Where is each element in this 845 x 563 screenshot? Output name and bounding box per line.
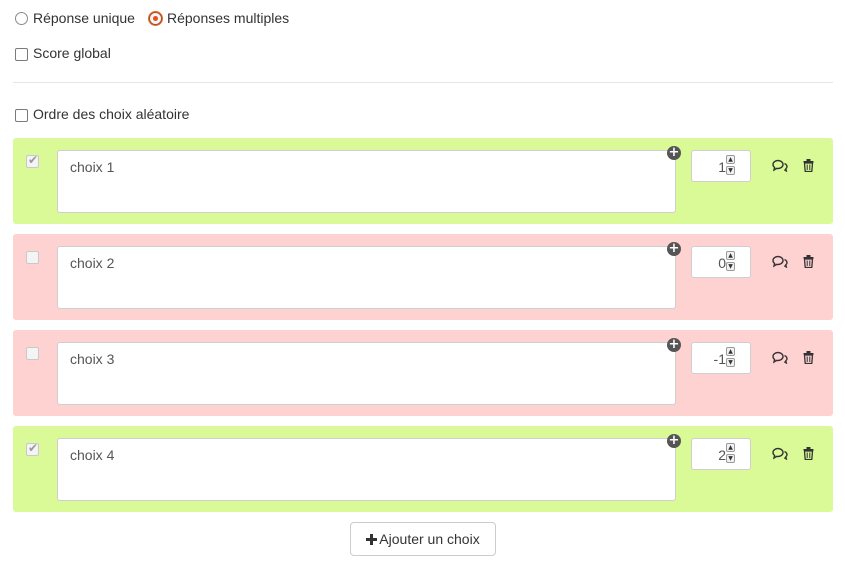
global-score-checkbox[interactable] bbox=[15, 48, 28, 61]
spin-down-icon[interactable]: ▼ bbox=[726, 166, 735, 175]
choice-text-input[interactable]: choix 1 bbox=[57, 150, 676, 213]
spin-up-icon[interactable]: ▲ bbox=[726, 443, 735, 452]
trash-icon[interactable] bbox=[803, 255, 814, 268]
choice-score-value: -1 bbox=[713, 351, 726, 367]
spin-down-icon[interactable]: ▼ bbox=[726, 454, 735, 463]
choice-text-input[interactable]: choix 3 bbox=[57, 342, 676, 405]
spin-down-icon[interactable]: ▼ bbox=[726, 358, 735, 367]
comment-icon[interactable] bbox=[772, 255, 788, 268]
comment-icon[interactable] bbox=[772, 159, 788, 172]
choice-score-input[interactable]: 2 ▲ ▼ bbox=[691, 438, 751, 470]
multiple-answers-label: Réponses multiples bbox=[167, 10, 290, 26]
trash-icon[interactable] bbox=[803, 447, 814, 460]
choice-text: choix 2 bbox=[70, 255, 115, 271]
choice-score-input[interactable]: -1 ▲ ▼ bbox=[691, 342, 751, 374]
trash-icon[interactable] bbox=[803, 351, 814, 364]
choice-score-value: 2 bbox=[718, 447, 726, 463]
choice-text-input[interactable]: choix 2 bbox=[57, 246, 676, 309]
divider bbox=[13, 82, 833, 83]
spin-up-icon[interactable]: ▲ bbox=[726, 347, 735, 356]
choice-score-input[interactable]: 0 ▲ ▼ bbox=[691, 246, 751, 278]
plus-circle-icon[interactable]: + bbox=[667, 434, 681, 448]
single-answer-radio[interactable] bbox=[15, 12, 28, 25]
choice-row: choix 2 + 0 ▲ ▼ bbox=[13, 234, 833, 320]
plus-circle-icon[interactable]: + bbox=[667, 242, 681, 256]
choice-correct-checkbox bbox=[26, 347, 39, 360]
choice-row: choix 3 + -1 ▲ ▼ bbox=[13, 330, 833, 416]
choice-correct-checkbox bbox=[26, 153, 39, 168]
plus-circle-icon[interactable]: + bbox=[667, 146, 681, 160]
trash-icon[interactable] bbox=[803, 159, 814, 172]
spin-up-icon[interactable]: ▲ bbox=[726, 155, 735, 164]
choice-correct-checkbox bbox=[26, 441, 39, 456]
choice-text: choix 1 bbox=[70, 159, 115, 175]
choice-correct-checkbox bbox=[26, 251, 39, 264]
global-score-label: Score global bbox=[33, 45, 111, 61]
choice-row: choix 4 + 2 ▲ ▼ bbox=[13, 426, 833, 512]
choice-text: choix 3 bbox=[70, 351, 115, 367]
add-choice-label: Ajouter un choix bbox=[379, 531, 480, 547]
single-answer-label: Réponse unique bbox=[33, 10, 135, 26]
plus-circle-icon[interactable]: + bbox=[667, 338, 681, 352]
plus-icon bbox=[366, 534, 378, 545]
spin-down-icon[interactable]: ▼ bbox=[726, 262, 735, 271]
choice-row: choix 1 + 1 ▲ ▼ bbox=[13, 138, 833, 224]
choice-score-input[interactable]: 1 ▲ ▼ bbox=[691, 150, 751, 182]
random-order-label: Ordre des choix aléatoire bbox=[33, 106, 190, 122]
choice-score-value: 1 bbox=[718, 159, 726, 175]
choice-text-input[interactable]: choix 4 bbox=[57, 438, 676, 501]
choice-text: choix 4 bbox=[70, 447, 115, 463]
comment-icon[interactable] bbox=[772, 447, 788, 460]
add-choice-button[interactable]: Ajouter un choix bbox=[350, 522, 496, 556]
choice-score-value: 0 bbox=[718, 255, 726, 271]
multiple-answers-radio[interactable] bbox=[149, 12, 162, 25]
random-order-checkbox[interactable] bbox=[15, 109, 28, 122]
comment-icon[interactable] bbox=[772, 351, 788, 364]
spin-up-icon[interactable]: ▲ bbox=[726, 251, 735, 260]
